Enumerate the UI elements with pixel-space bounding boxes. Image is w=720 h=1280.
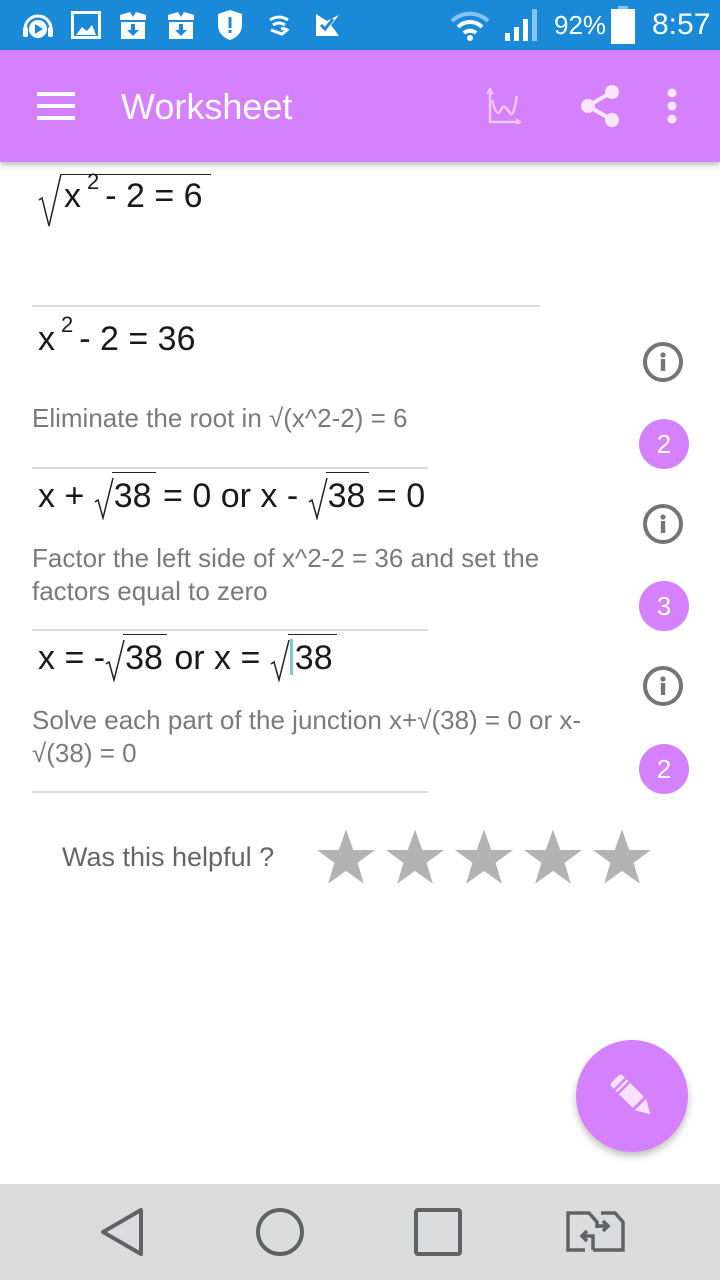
more-vert-icon[interactable]: [656, 82, 688, 130]
step-badge[interactable]: 3: [639, 581, 689, 631]
recents-icon: [414, 1208, 462, 1256]
signal-icon: [503, 9, 543, 41]
share-icon[interactable]: [576, 80, 624, 132]
page-title: Worksheet: [121, 86, 293, 127]
step-4-explanation: Solve each part of the junction x+√(38) …: [32, 705, 582, 768]
step-2-equation[interactable]: x2- 2 = 36: [38, 312, 196, 363]
battery-percent: 92%: [554, 10, 607, 40]
home-icon: [256, 1208, 304, 1256]
step-3-explanation: Factor the left side of x^2-2 = 36 and s…: [32, 543, 540, 606]
divider: [32, 467, 428, 469]
radical: 38: [105, 634, 167, 682]
divider: [32, 791, 428, 793]
text-cursor: [289, 639, 293, 675]
switch-apps-icon: [566, 1211, 625, 1252]
step-4-equation[interactable]: x = - 38 or x = 38: [38, 634, 337, 682]
menu-icon[interactable]: [30, 84, 82, 128]
star-4-icon[interactable]: [524, 827, 582, 885]
star-1-icon[interactable]: [317, 827, 375, 885]
headphones-play-icon: [20, 9, 56, 41]
shield-alert-icon: [216, 9, 244, 41]
step-1-equation[interactable]: x2- 2 = 6: [38, 169, 211, 227]
clock: 8:57: [652, 8, 711, 41]
switch-apps-button[interactable]: [564, 1202, 628, 1262]
radical: x2- 2 = 6: [38, 169, 211, 227]
back-button[interactable]: [90, 1202, 154, 1262]
divider: [32, 305, 540, 307]
wireless-hand-icon: [265, 9, 293, 41]
worksheet-content: x2- 2 = 6 x2- 2 = 36 Eliminate the root …: [0, 162, 720, 1184]
radical: 38: [308, 472, 370, 520]
star-5-icon[interactable]: [593, 827, 651, 885]
recents-button[interactable]: [406, 1202, 470, 1262]
download-box-icon: [117, 9, 149, 41]
app-bar: Worksheet: [0, 50, 720, 162]
status-bar: 92% 8:57: [0, 0, 720, 50]
info-icon[interactable]: [643, 504, 683, 544]
home-button[interactable]: [248, 1202, 312, 1262]
back-icon: [101, 1208, 143, 1256]
check-flag-icon: [312, 9, 342, 41]
image-icon: [71, 9, 101, 41]
wifi-icon: [448, 9, 492, 41]
radical: 38: [270, 634, 337, 682]
helpful-label: Was this helpful ?: [62, 842, 275, 872]
step-2-explanation: Eliminate the root in √(x^2-2) = 6: [32, 403, 408, 433]
divider: [32, 629, 428, 631]
info-icon[interactable]: [643, 666, 683, 706]
radical: 38: [94, 472, 156, 520]
battery-icon: [610, 6, 636, 44]
step-badge[interactable]: 2: [639, 744, 689, 794]
star-2-icon[interactable]: [386, 827, 444, 885]
pencil-icon: [610, 1074, 651, 1115]
star-3-icon[interactable]: [455, 827, 513, 885]
info-icon[interactable]: [643, 342, 683, 382]
download-box-icon: [165, 9, 197, 41]
navigation-bar: [0, 1184, 720, 1280]
edit-fab-button[interactable]: [576, 1040, 688, 1152]
step-badge[interactable]: 2: [639, 419, 689, 469]
step-3-equation[interactable]: x + 38 = 0 or x - 38 = 0: [38, 472, 425, 520]
graph-icon[interactable]: [482, 82, 526, 130]
